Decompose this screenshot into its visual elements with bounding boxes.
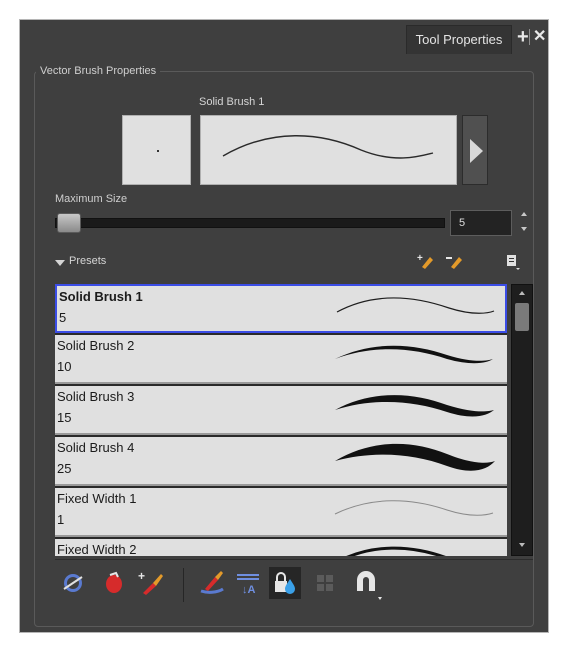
toolbar-separator [183, 568, 184, 602]
presets-collapse-icon[interactable] [55, 260, 65, 266]
presets-menu-icon[interactable] [506, 253, 522, 271]
list-item[interactable]: Fixed Width 1 1 [55, 488, 507, 537]
panel-tab-bar: Tool Properties + ✕ [20, 20, 548, 54]
preset-stroke-preview [335, 395, 494, 417]
trim-ball-icon[interactable] [57, 567, 89, 599]
auto-flatten-icon[interactable]: ↓A [232, 567, 264, 599]
preset-stroke-preview [336, 297, 495, 314]
preset-size: 10 [57, 359, 72, 374]
brush-name: Solid Brush 1 [199, 96, 265, 108]
smooth-brush-icon[interactable] [195, 567, 227, 599]
svg-text:+: + [138, 569, 145, 583]
paint-bucket-icon[interactable] [98, 567, 130, 599]
max-size-slider[interactable] [55, 218, 445, 228]
scroll-down-icon[interactable] [519, 543, 525, 547]
preset-name: Solid Brush 4 [57, 440, 135, 455]
stroke-preview-svg [222, 135, 434, 159]
list-item[interactable]: Solid Brush 1 5 [55, 284, 507, 333]
list-item[interactable]: Fixed Width 2 [55, 539, 507, 556]
preset-stroke-preview [334, 500, 494, 516]
presets-list[interactable]: Solid Brush 1 5 Solid Brush 2 10 Solid B… [55, 284, 507, 556]
spin-down-icon[interactable] [521, 227, 527, 231]
preset-name: Fixed Width 1 [57, 491, 137, 506]
presets-label[interactable]: Presets [69, 255, 106, 267]
tab-tool-properties[interactable]: Tool Properties [406, 25, 512, 54]
preset-name: Solid Brush 3 [57, 389, 135, 404]
list-item[interactable]: Solid Brush 4 25 [55, 437, 507, 486]
svg-text:↓A: ↓A [242, 584, 256, 596]
spin-up-icon[interactable] [521, 212, 527, 216]
preset-stroke-preview [335, 345, 493, 364]
tool-properties-panel: Tool Properties + ✕ Vector Brush Propert… [19, 19, 549, 633]
presets-scrollbar[interactable] [511, 284, 533, 556]
magnet-icon[interactable] [350, 567, 384, 601]
preset-size: 5 [59, 310, 67, 325]
max-size-field[interactable]: 5 [450, 210, 512, 236]
list-item[interactable]: Solid Brush 3 15 [55, 386, 507, 435]
rename-preset-icon[interactable] [446, 253, 464, 269]
list-item[interactable]: Solid Brush 2 10 [55, 335, 507, 384]
grid-icon[interactable] [309, 567, 341, 599]
max-size-label: Maximum Size [55, 193, 128, 205]
new-preset-icon[interactable]: + [417, 253, 435, 269]
svg-text:+: + [417, 253, 423, 264]
scroll-up-icon[interactable] [519, 291, 525, 295]
preset-stroke-preview [335, 443, 495, 471]
brush-tip-preview [122, 115, 191, 185]
play-arrow-icon [470, 139, 483, 163]
tab-separator [529, 29, 530, 45]
brush-tip-dot [157, 150, 159, 152]
preset-size: 15 [57, 410, 72, 425]
toolbar-divider [55, 559, 533, 560]
preset-size: 1 [57, 512, 65, 527]
preset-stroke-preview [346, 546, 446, 556]
lock-color-icon[interactable] [269, 567, 301, 599]
preset-name: Solid Brush 2 [57, 338, 135, 353]
close-icon[interactable]: ✕ [533, 28, 546, 46]
max-size-slider-handle[interactable] [57, 213, 81, 233]
plus-icon[interactable]: + [517, 27, 529, 47]
brush-preview-expand-button[interactable] [462, 115, 488, 185]
preset-name: Fixed Width 2 [57, 542, 137, 556]
preset-size: 25 [57, 461, 72, 476]
scrollbar-thumb[interactable] [515, 303, 529, 331]
brush-plus-icon[interactable]: + [135, 567, 167, 599]
group-title: Vector Brush Properties [36, 63, 161, 79]
brush-stroke-preview [200, 115, 457, 185]
preset-name: Solid Brush 1 [59, 289, 143, 304]
